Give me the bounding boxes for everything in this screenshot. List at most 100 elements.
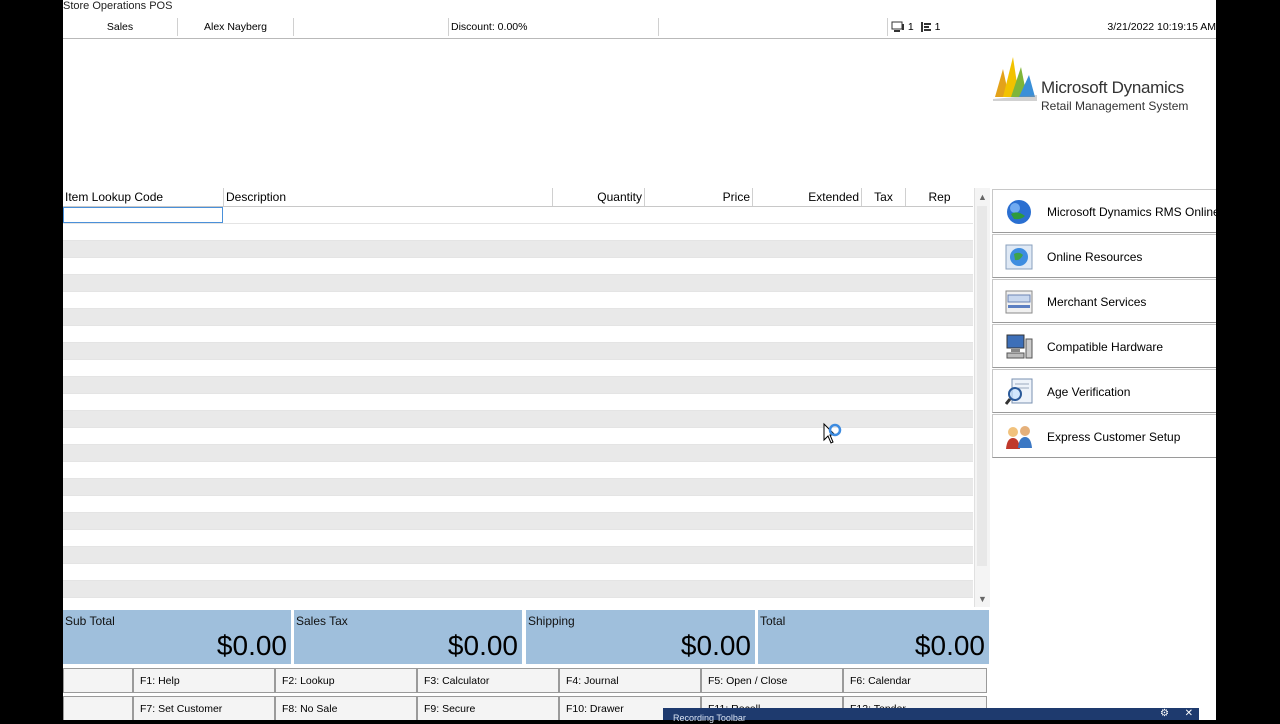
scroll-up-icon[interactable]: ▲: [975, 190, 990, 204]
side-item-age-verification[interactable]: Age Verification: [992, 369, 1216, 413]
recording-toolbar[interactable]: Recording Toolbar ⚙ ✕: [663, 708, 1199, 723]
side-panel: Microsoft Dynamics RMS Online Online Res…: [992, 188, 1216, 460]
table-row[interactable]: [63, 258, 973, 275]
table-row[interactable]: [63, 598, 973, 600]
col-item-lookup-code[interactable]: Item Lookup Code: [63, 188, 224, 206]
subtotal-label: Sub Total: [65, 614, 115, 628]
grid-rows: [63, 207, 973, 600]
register-icon: [891, 21, 904, 33]
side-item-label: Compatible Hardware: [1047, 340, 1164, 354]
side-item-express-customer-setup[interactable]: Express Customer Setup: [992, 414, 1216, 458]
table-row[interactable]: [63, 343, 973, 360]
world-map-icon: [1005, 244, 1033, 270]
scroll-thumb[interactable]: [977, 206, 987, 566]
f9-secure-button[interactable]: F9: Secure: [417, 696, 559, 720]
window-title-text: Store Operations POS: [63, 0, 173, 12]
batch-icon: [920, 22, 931, 33]
status-register: 1 1: [891, 18, 951, 36]
shipping-label: Shipping: [528, 614, 575, 628]
shipping-box: Shipping $0.00: [526, 610, 755, 664]
f7-set-customer-button[interactable]: F7: Set Customer: [133, 696, 275, 720]
subtotal-box: Sub Total $0.00: [63, 610, 291, 664]
register-number: 1: [907, 21, 914, 33]
table-row[interactable]: [63, 547, 973, 564]
table-row[interactable]: [63, 275, 973, 292]
total-box: Total $0.00: [758, 610, 989, 664]
f2-lookup-button[interactable]: F2: Lookup: [275, 668, 417, 693]
pos-window: Store Operations POS Sales Alex Nayberg …: [63, 0, 1216, 720]
transaction-grid[interactable]: Item Lookup Code Description Quantity Pr…: [63, 188, 990, 608]
table-row[interactable]: [63, 479, 973, 496]
sales-tax-label: Sales Tax: [296, 614, 348, 628]
status-datetime: 3/21/2022 10:19:15 AM: [1107, 21, 1216, 33]
sales-tax-value: $0.00: [447, 630, 518, 661]
grid-header: Item Lookup Code Description Quantity Pr…: [63, 188, 973, 207]
shipping-value: $0.00: [680, 630, 751, 661]
col-price[interactable]: Price: [645, 188, 753, 206]
sales-tax-box: Sales Tax $0.00: [294, 610, 522, 664]
side-item-label: Microsoft Dynamics RMS Online: [1047, 205, 1216, 219]
recording-toolbar-label: Recording Toolbar: [673, 713, 746, 723]
subtotal-value: $0.00: [216, 630, 287, 661]
table-row[interactable]: [63, 207, 973, 224]
table-row[interactable]: [63, 564, 973, 581]
table-row[interactable]: [63, 326, 973, 343]
table-row[interactable]: [63, 360, 973, 377]
col-rep[interactable]: Rep: [906, 188, 973, 206]
status-mode: Sales: [63, 18, 178, 36]
f6-calendar-button[interactable]: F6: Calendar: [843, 668, 987, 693]
logo-line1: Microsoft Dynamics: [1041, 78, 1184, 97]
side-item-merchant-services[interactable]: Merchant Services: [992, 279, 1216, 323]
table-row[interactable]: [63, 530, 973, 547]
table-row[interactable]: [63, 241, 973, 258]
table-row[interactable]: [63, 309, 973, 326]
total-value: $0.00: [914, 630, 985, 661]
magnifier-document-icon: [1005, 378, 1033, 405]
table-row[interactable]: [63, 292, 973, 309]
table-row[interactable]: [63, 513, 973, 530]
busy-cursor-icon: [823, 422, 842, 444]
f3-calculator-button[interactable]: F3: Calculator: [417, 668, 559, 693]
microsoft-dynamics-logo: Microsoft Dynamics Retail Management Sys…: [991, 53, 1206, 115]
table-row[interactable]: [63, 377, 973, 394]
col-description[interactable]: Description: [224, 188, 553, 206]
side-item-label: Age Verification: [1047, 385, 1131, 399]
window-title: Store Operations POS: [63, 0, 1216, 16]
status-bar: Sales Alex Nayberg Discount: 0.00% 1 1 3…: [63, 16, 1216, 39]
side-item-label: Merchant Services: [1047, 295, 1147, 309]
f1-help-button[interactable]: F1: Help: [133, 668, 275, 693]
table-row[interactable]: [63, 394, 973, 411]
item-lookup-code-input[interactable]: [63, 207, 223, 223]
side-item-rms-online[interactable]: Microsoft Dynamics RMS Online: [992, 189, 1216, 233]
batch-number: 1: [934, 21, 941, 33]
logo-line2: Retail Management System: [1041, 99, 1189, 113]
totals-panel: Sub Total $0.00 Sales Tax $0.00 Shipping…: [63, 610, 989, 664]
status-cashier: Alex Nayberg: [178, 18, 294, 36]
fkey-blank-1[interactable]: [63, 668, 133, 693]
fkey-blank-2[interactable]: [63, 696, 133, 720]
status-empty-2: [659, 18, 888, 36]
gear-icon[interactable]: ⚙: [1160, 708, 1169, 720]
col-quantity[interactable]: Quantity: [553, 188, 645, 206]
total-label: Total: [760, 614, 786, 628]
computer-icon: [1006, 334, 1033, 359]
side-item-online-resources[interactable]: Online Resources: [992, 234, 1216, 278]
status-empty-1: [294, 18, 449, 36]
f8-no-sale-button[interactable]: F8: No Sale: [275, 696, 417, 720]
f4-journal-button[interactable]: F4: Journal: [559, 668, 701, 693]
grid-scrollbar[interactable]: ▲ ▼: [974, 188, 990, 607]
col-tax[interactable]: Tax: [862, 188, 906, 206]
people-icon: [1006, 426, 1032, 449]
side-item-label: Express Customer Setup: [1047, 430, 1181, 444]
scroll-down-icon[interactable]: ▼: [975, 592, 990, 606]
table-row[interactable]: [63, 496, 973, 513]
close-icon[interactable]: ✕: [1185, 708, 1193, 720]
side-item-label: Online Resources: [1047, 250, 1143, 264]
f5-open-close-button[interactable]: F5: Open / Close: [701, 668, 843, 693]
status-discount: Discount: 0.00%: [449, 18, 659, 36]
table-row[interactable]: [63, 581, 973, 598]
table-row[interactable]: [63, 224, 973, 241]
side-item-compatible-hardware[interactable]: Compatible Hardware: [992, 324, 1216, 368]
col-extended[interactable]: Extended: [753, 188, 862, 206]
table-row[interactable]: [63, 462, 973, 479]
